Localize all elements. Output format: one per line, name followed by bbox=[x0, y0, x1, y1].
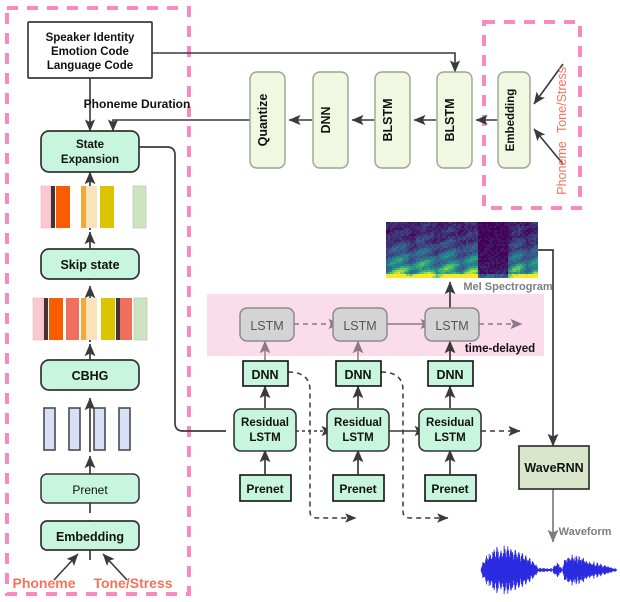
feature-bars-after-skip-state bbox=[32, 297, 148, 341]
prenet-1-label: Prenet bbox=[246, 482, 283, 496]
box-residual-lstm-3[interactable] bbox=[418, 408, 482, 452]
prenet-3-label: Prenet bbox=[431, 482, 468, 496]
state-expansion-line-2: Expansion bbox=[61, 154, 119, 166]
box-residual-lstm-2[interactable] bbox=[326, 408, 390, 452]
speaker-identity-line-2: Emotion Code bbox=[51, 46, 129, 58]
embedding-right-label: Embedding bbox=[505, 89, 517, 152]
skip-state-label: Skip state bbox=[60, 258, 119, 272]
residual-lstm-1-line-2: LSTM bbox=[249, 432, 280, 444]
diagram-canvas: Speaker Identity Emotion Code Language C… bbox=[0, 0, 620, 602]
label-time-delayed: time-delayed bbox=[465, 343, 535, 355]
label-tone-stress-left: Tone/Stress bbox=[93, 575, 172, 591]
speaker-identity-line-1: Speaker Identity bbox=[46, 32, 135, 44]
lstm-3-label: LSTM bbox=[435, 319, 468, 333]
connector-state-expansion-to-residual-lstm bbox=[139, 146, 226, 432]
residual-lstm-1-line-1: Residual bbox=[241, 417, 289, 429]
label-phoneme-right: Phoneme bbox=[555, 141, 569, 195]
label-waveform: Waveform bbox=[559, 526, 612, 538]
quantize-label: Quantize bbox=[256, 94, 270, 147]
connector-quantize-to-state-expansion bbox=[107, 119, 250, 132]
waveform-plot bbox=[480, 545, 617, 595]
speaker-identity-line-3: Language Code bbox=[47, 60, 133, 72]
prenet-2-label: Prenet bbox=[339, 482, 376, 496]
residual-lstm-3-line-2: LSTM bbox=[434, 432, 465, 444]
wavernn-label: WaveRNN bbox=[524, 461, 583, 475]
lstm-1-label: LSTM bbox=[250, 319, 283, 333]
box-residual-lstm-1[interactable] bbox=[233, 408, 297, 452]
residual-lstm-2-line-1: Residual bbox=[334, 417, 382, 429]
dnn-3-label: DNN bbox=[436, 368, 463, 382]
residual-lstm-2-line-2: LSTM bbox=[342, 432, 373, 444]
embedding-left-label: Embedding bbox=[56, 530, 124, 544]
connector-speaker-to-blstm2 bbox=[152, 52, 461, 73]
lstm-2-label: LSTM bbox=[343, 319, 376, 333]
prenet-left-label: Prenet bbox=[72, 483, 108, 497]
dnn-1-label: DNN bbox=[251, 368, 278, 382]
cbhg-label: CBHG bbox=[72, 369, 109, 383]
label-mel-spectrogram: Mel Spectrogram bbox=[463, 281, 552, 293]
feature-bars-after-state-expansion bbox=[40, 185, 147, 229]
label-phoneme-duration: Phoneme Duration bbox=[84, 97, 191, 111]
blstm-1-label: BLSTM bbox=[381, 98, 395, 141]
feature-bars-after-prenet bbox=[43, 407, 131, 451]
mel-spectrogram-image bbox=[386, 222, 538, 278]
residual-lstm-3-line-1: Residual bbox=[426, 417, 474, 429]
state-expansion-line-1: State bbox=[76, 139, 104, 151]
label-tone-stress-right: Tone/Stress bbox=[555, 67, 569, 133]
dnn-top-label: DNN bbox=[319, 106, 333, 133]
blstm-2-label: BLSTM bbox=[443, 98, 457, 141]
architecture-svg: Speaker Identity Emotion Code Language C… bbox=[5, 6, 617, 596]
label-phoneme-left: Phoneme bbox=[12, 575, 75, 591]
dnn-2-label: DNN bbox=[344, 368, 371, 382]
